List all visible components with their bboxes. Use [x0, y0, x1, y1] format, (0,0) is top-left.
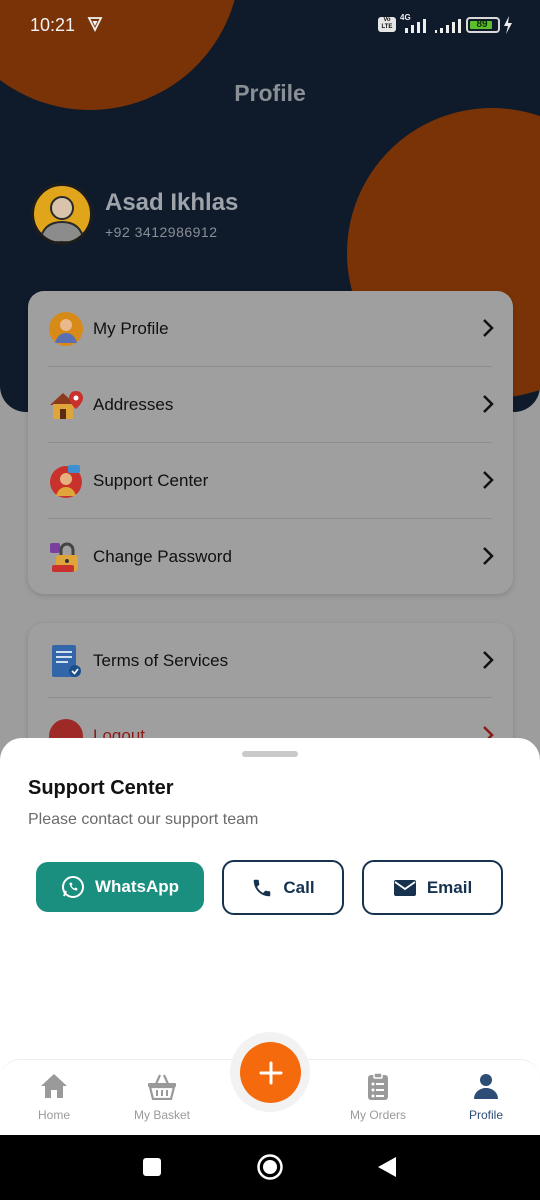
menu-item-my-profile[interactable]: My Profile [28, 291, 513, 367]
whatsapp-button[interactable]: WhatsApp [36, 862, 204, 912]
charging-icon [504, 16, 512, 34]
menu-item-support-center[interactable]: Support Center [28, 443, 513, 519]
chevron-right-icon [483, 651, 494, 669]
nav-profile[interactable]: Profile [436, 1060, 536, 1135]
document-check-icon [52, 645, 81, 677]
back-triangle-icon[interactable] [376, 1155, 398, 1179]
profile-menu-card: My Profile Addresses Support Center Chan… [28, 291, 513, 594]
volte-icon: Vo LTE [378, 17, 396, 32]
battery-icon: 89 [466, 17, 500, 33]
whatsapp-label: WhatsApp [94, 877, 180, 896]
menu-item-addresses[interactable]: Addresses [28, 367, 513, 443]
menu-item-label: My Profile [93, 319, 169, 338]
nav-my-orders[interactable]: My Orders [328, 1060, 428, 1135]
nav-label: Profile [468, 1108, 503, 1122]
sheet-subtitle: Please contact our support team [28, 811, 259, 828]
signal-icon [435, 19, 461, 33]
nav-label: My Basket [133, 1108, 190, 1122]
chevron-right-icon [483, 471, 494, 489]
status-bar: 10:21 Vo LTE 4G 89 [0, 0, 540, 50]
user-avatar-icon [49, 312, 83, 346]
basket-icon [148, 1074, 176, 1100]
phone-icon [254, 879, 271, 896]
system-navigation-bar [0, 1135, 540, 1200]
chevron-right-icon [483, 319, 494, 337]
signal-icon [405, 19, 426, 33]
sheet-drag-handle[interactable] [242, 751, 298, 757]
email-label: Email [426, 877, 473, 897]
page-title: Profile [234, 80, 306, 106]
menu-item-label: Change Password [93, 547, 232, 566]
padlock-icon [50, 542, 78, 572]
add-button[interactable] [240, 1042, 301, 1103]
menu-item-label: Support Center [93, 471, 209, 490]
nav-label: Home [37, 1108, 70, 1122]
menu-item-terms[interactable]: Terms of Services [28, 623, 513, 699]
menu-item-label: Addresses [93, 395, 174, 414]
app-screen: 10:21 Vo LTE 4G 89 Profile Asad Ikhlas +… [0, 0, 540, 1135]
call-button[interactable]: Call [222, 860, 344, 915]
avatar[interactable] [31, 183, 93, 245]
recents-icon[interactable] [142, 1157, 162, 1177]
support-agent-icon [50, 465, 82, 498]
chevron-right-icon [483, 395, 494, 413]
chevron-right-icon [483, 547, 494, 565]
nav-home[interactable]: Home [4, 1060, 104, 1135]
nav-my-basket[interactable]: My Basket [112, 1060, 212, 1135]
clipboard-list-icon [368, 1072, 388, 1100]
menu-item-change-password[interactable]: Change Password [28, 519, 513, 595]
user-name: Asad Ikhlas [105, 189, 239, 216]
status-time: 10:21 [30, 15, 76, 35]
house-location-icon [50, 391, 83, 419]
user-avatar-icon [38, 196, 86, 242]
person-icon [474, 1074, 498, 1099]
battery-level: 89 [476, 19, 488, 30]
home-icon [41, 1074, 67, 1098]
menu-item-label: Terms of Services [93, 651, 229, 670]
whatsapp-icon [61, 876, 84, 898]
home-circle-icon[interactable] [256, 1153, 284, 1181]
user-phone: +92 3412986912 [105, 224, 218, 240]
sheet-title: Support Center [28, 777, 174, 799]
email-button[interactable]: Email [362, 860, 503, 915]
call-label: Call [283, 877, 315, 897]
nav-label: My Orders [349, 1108, 406, 1122]
vpn-icon [87, 17, 103, 32]
mail-icon [393, 879, 416, 896]
plus-icon [259, 1061, 282, 1084]
